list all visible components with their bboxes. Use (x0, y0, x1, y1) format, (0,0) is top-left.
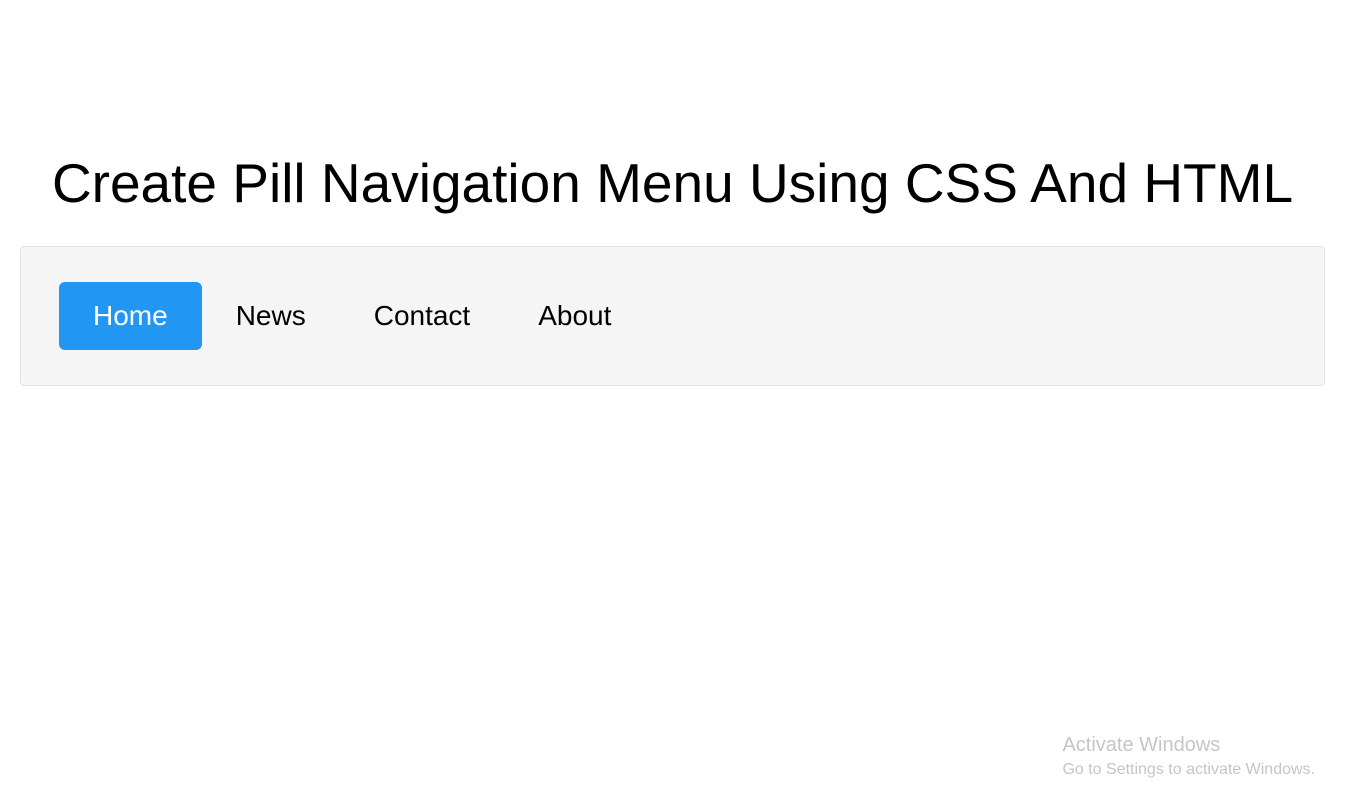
watermark-title: Activate Windows (1062, 731, 1315, 759)
nav-link-home[interactable]: Home (59, 282, 202, 350)
nav-item-news: News (202, 282, 340, 350)
nav-container: Home News Contact About (20, 246, 1325, 386)
nav-item-contact: Contact (340, 282, 505, 350)
nav-link-about[interactable]: About (504, 282, 645, 350)
windows-activation-watermark: Activate Windows Go to Settings to activ… (1062, 731, 1315, 781)
page-title: Create Pill Navigation Menu Using CSS An… (0, 150, 1345, 216)
nav-link-contact[interactable]: Contact (340, 282, 505, 350)
nav-item-about: About (504, 282, 645, 350)
nav-link-news[interactable]: News (202, 282, 340, 350)
nav-item-home: Home (59, 282, 202, 350)
pill-nav: Home News Contact About (59, 282, 1286, 350)
watermark-subtitle: Go to Settings to activate Windows. (1062, 759, 1315, 781)
